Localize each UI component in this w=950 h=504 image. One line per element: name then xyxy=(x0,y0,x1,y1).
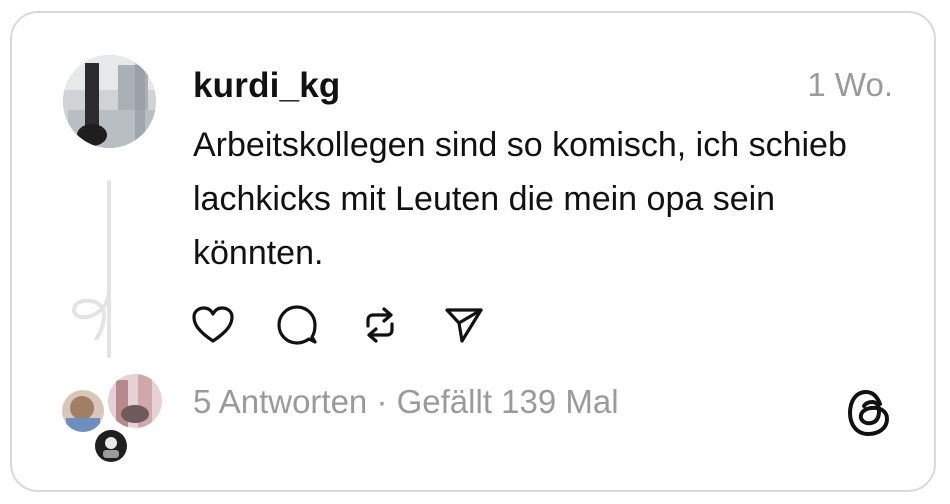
repost-button[interactable] xyxy=(358,303,402,347)
send-icon xyxy=(445,308,483,343)
repost-icon xyxy=(366,307,394,343)
threads-logo-icon[interactable] xyxy=(846,388,892,438)
comment-icon xyxy=(277,305,317,345)
reply-avatar-3[interactable] xyxy=(93,428,129,464)
reply-button[interactable] xyxy=(275,303,319,347)
heart-icon xyxy=(192,306,234,343)
likes-count-link[interactable]: Gefällt 139 Mal xyxy=(397,383,619,420)
separator: · xyxy=(367,383,397,420)
reply-avatar-1[interactable] xyxy=(60,388,106,434)
avatar[interactable] xyxy=(63,55,156,148)
reply-avatar-2[interactable] xyxy=(106,372,164,430)
like-button[interactable] xyxy=(191,303,235,347)
thread-loop-icon xyxy=(71,288,111,340)
timestamp: 1 Wo. xyxy=(807,66,893,103)
post-text: Arbeitskollegen sind so komisch, ich sch… xyxy=(193,126,847,272)
username[interactable]: kurdi_kg xyxy=(193,66,340,106)
replies-count-link[interactable]: 5 Antworten xyxy=(193,383,367,420)
engagement-summary: 5 Antworten · Gefällt 139 Mal xyxy=(193,383,619,421)
share-button[interactable] xyxy=(442,303,486,347)
